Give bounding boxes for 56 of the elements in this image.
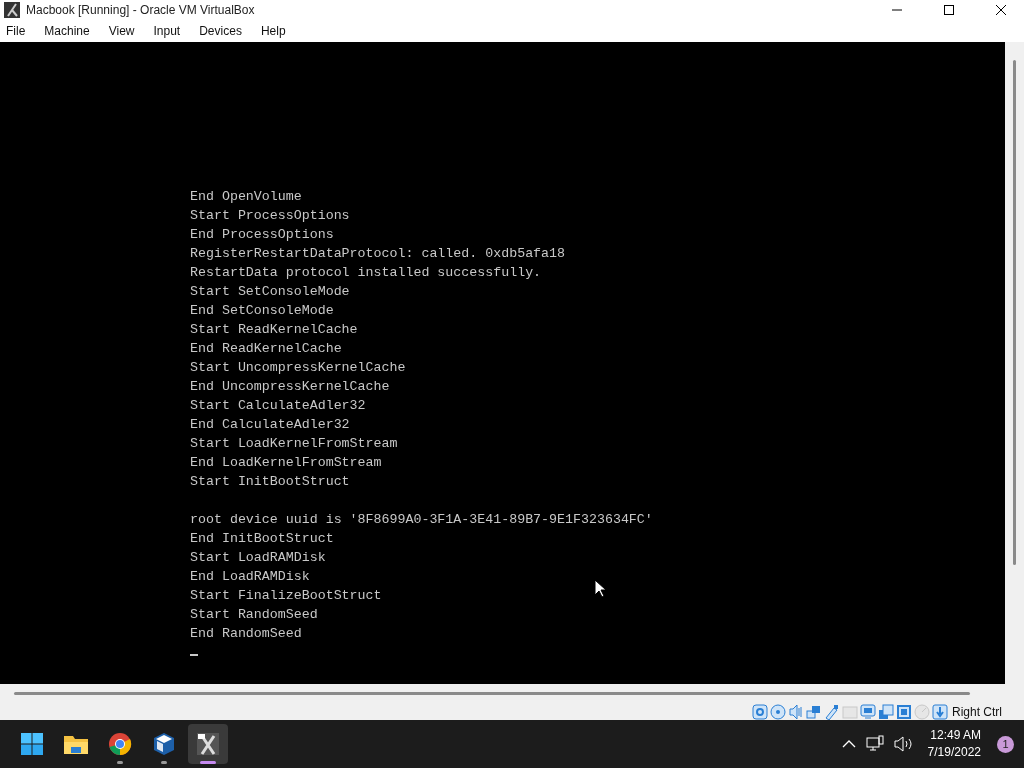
windows-icon[interactable] [878, 703, 894, 720]
close-icon[interactable] [996, 5, 1006, 15]
usb-icon[interactable] [824, 703, 840, 720]
console-line: End ReadKernelCache [190, 340, 342, 358]
horizontal-scrollbar[interactable] [0, 684, 1024, 703]
display-icon[interactable] [860, 703, 876, 720]
console-line: Start RandomSeed [190, 606, 318, 624]
console-line: Start LoadKernelFromStream [190, 435, 398, 453]
cube-icon [152, 732, 176, 756]
x-window-icon [196, 732, 220, 756]
date-text: 7/19/2022 [927, 744, 981, 761]
console-line: End LoadKernelFromStream [190, 454, 382, 472]
maximize-icon[interactable] [944, 5, 954, 15]
folder-icon [63, 733, 89, 755]
console-line: RegisterRestartDataProtocol: called. 0xdb5afa18 [190, 245, 566, 263]
speaker-icon[interactable] [893, 736, 914, 752]
console-line: End CalculateAdler32 [190, 416, 350, 434]
console-line: RestartData protocol installed successfully. [190, 264, 542, 282]
disc-icon[interactable] [770, 703, 786, 720]
menu-item[interactable]: Devices [199, 24, 249, 38]
text-cursor [190, 654, 198, 656]
clock[interactable]: 12:49 AM 7/19/2022 [927, 727, 981, 761]
chevron-up-icon[interactable] [841, 739, 856, 749]
menu-item[interactable]: File [6, 24, 33, 38]
console-line: End SetConsoleMode [190, 302, 334, 320]
console-line: Start CalculateAdler32 [190, 397, 366, 415]
menu-item[interactable]: Input [153, 24, 188, 38]
network-icon[interactable] [865, 735, 884, 753]
mouse-pointer-icon [594, 579, 606, 598]
notification-badge[interactable]: 1 [997, 735, 1014, 753]
console-line: Start InitBootStruct [190, 473, 350, 491]
time-text: 12:49 AM [930, 727, 981, 744]
console-line: End UncompressKernelCache [190, 378, 390, 396]
console-line: Start FinalizeBootStruct [190, 587, 382, 605]
console-line: End InitBootStruct [190, 530, 334, 548]
host-key-label: Right Ctrl [952, 704, 1002, 719]
vertical-scrollbar[interactable] [1005, 42, 1024, 684]
console-line: Start ReadKernelCache [190, 321, 358, 339]
console-line: Start SetConsoleMode [190, 283, 350, 301]
taskbar-app[interactable] [188, 724, 228, 764]
console-line: Start ProcessOptions [190, 207, 350, 225]
menu-item[interactable]: Machine [44, 24, 97, 38]
menu-item[interactable]: View [108, 24, 142, 38]
window-title: Macbook [Running] - Oracle VM VirtualBox [26, 3, 256, 17]
windows-logo-icon [20, 732, 44, 756]
menu-item[interactable]: Help [260, 24, 293, 38]
console-line: End RandomSeed [190, 625, 302, 643]
console-line: Start UncompressKernelCache [190, 359, 406, 377]
console-line: End LoadRAMDisk [190, 568, 310, 586]
app-icon [4, 2, 20, 18]
console-line: End OpenVolume [190, 188, 302, 206]
chip-icon[interactable] [896, 703, 912, 720]
browser-icon [108, 732, 132, 756]
console-line: root device uuid is '8F8699A0-3F1A-3E41-89B7-9E1F323634FC' [190, 511, 653, 529]
console-line: Start LoadRAMDisk [190, 549, 326, 567]
console-line: End ProcessOptions [190, 226, 334, 244]
